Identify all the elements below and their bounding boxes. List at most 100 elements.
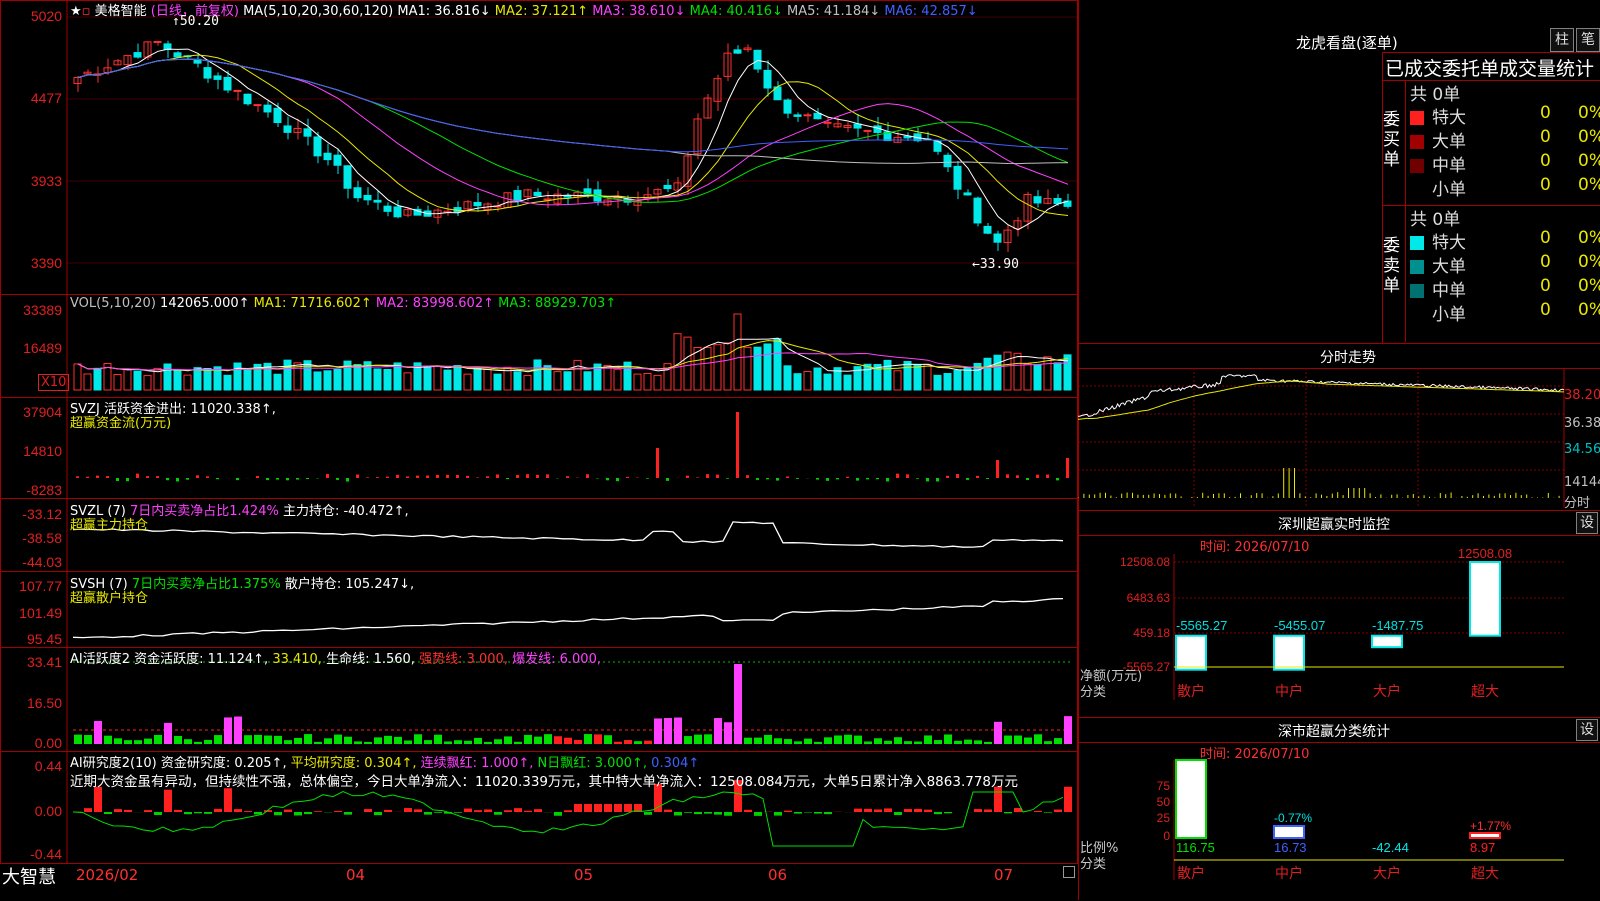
volume-bar [654,375,661,390]
volume-bar [144,376,151,390]
intraday-volume-bar [1478,493,1479,498]
lhb-row-label: 大单 [1432,257,1466,277]
ai2-ylabel: 0.00 [0,803,62,819]
activity-bar [954,741,962,744]
candle-body [354,188,361,198]
research-bar [284,810,292,812]
volume-bar [674,334,681,390]
stock-name: 美格智能 [95,4,147,19]
lhb-row: 小单 [1410,175,1466,200]
tick-mode-button[interactable]: 笔 [1576,28,1600,52]
flow-bar [906,474,909,478]
activity-bar [114,738,122,744]
lhb-tabs[interactable]: 已成交委托单成交量统计 [1385,54,1594,81]
volume-bar [404,373,411,390]
lhb-row: 大单 [1410,252,1466,277]
flow-bar [986,478,989,479]
color-swatch-icon [1410,308,1424,322]
research-bar [884,808,892,812]
activity-bar [494,739,502,744]
flag-icon[interactable]: ▫ [82,4,91,19]
activity-bar [1034,734,1042,744]
activity-bar [774,738,782,744]
activity-bar [424,740,432,744]
research-bar [924,810,932,812]
candle-body [324,153,331,159]
monitor-title: 深圳超赢实时监控 [1278,514,1390,534]
intraday-volume-bar [1100,493,1101,498]
intraday-chart[interactable] [1078,368,1600,508]
activity-bar [914,741,922,744]
research-bar [254,812,262,814]
activity-bar [464,741,472,744]
lhb-row-label: 特大 [1432,233,1466,253]
intraday-volume-bar [1494,496,1495,498]
svzl-ylabel: -38.58 [0,530,62,546]
monitor-category: 大户 [1373,683,1401,699]
flow-bar [936,478,939,481]
volume-bar [114,375,121,390]
intraday-volume-bar [1175,494,1176,498]
volume-bar [384,369,391,390]
candle-body [1034,197,1041,203]
research-bar [694,812,702,814]
intraday-volume-bar [1262,493,1263,498]
research-bar [244,811,252,812]
intraday-volume-bar [1229,497,1230,498]
activity-bar [1004,736,1012,744]
research-bar [604,804,612,812]
flow-bar [786,476,789,478]
intraday-volume-bar [1559,496,1560,498]
monitor-settings-button[interactable]: 设 [1576,512,1598,534]
kline-ylabel: 4477 [0,90,62,106]
svzj-ylabel: -8283 [0,482,62,498]
star-icon[interactable]: ★ [70,4,82,19]
activity-bar [354,741,362,744]
intraday-volume-bar [1132,493,1133,498]
price-line [1078,375,1564,417]
activity-bar [174,736,182,744]
research-bar [374,812,382,815]
research-bar [124,810,132,812]
flow-bar [666,478,669,481]
intraday-volume-bar [1429,497,1430,498]
monitor-value: -5565.27 [1176,618,1227,633]
flow-bar [396,475,399,478]
research-bar [784,811,792,812]
research-bar [504,810,512,812]
ai-activity-value: 资金活跃度: 11.124↑, [134,652,268,667]
intraday-volume-bar [1283,468,1284,498]
classify-settings-button[interactable]: 设 [1576,719,1598,741]
svsh-ratio: 7日内买卖净占比1.375% [132,577,281,592]
ma-title: MA(5,10,20,30,60,120) [243,4,393,19]
candle-body [824,122,831,123]
ai-research-label: AI研究度2(10) [70,756,157,771]
flow-bar [726,478,729,479]
ai-burstline: 爆发线: 6.000, [512,652,601,667]
flow-bar [1026,478,1029,480]
flow-bar [646,478,649,479]
x-tick: 07 [994,866,1013,884]
activity-bar [394,737,402,744]
intraday-volume-bar [1499,493,1500,498]
volume-bar [864,364,871,390]
activity-bar [654,718,662,744]
intraday-volume-bar [1461,496,1462,498]
kline-panel[interactable] [0,0,1078,295]
volume-bar [734,314,741,390]
intraday-volume-bar [1316,493,1317,498]
lock-icon[interactable] [1063,866,1075,878]
volume-bar [1054,363,1061,390]
flow-bar [456,475,459,478]
color-swatch-icon [1410,159,1424,173]
bar-mode-button[interactable]: 柱 [1550,28,1574,52]
svzl-ylabel: -33.12 [0,506,62,522]
volume-bar [444,370,451,390]
activity-bar [1044,741,1052,744]
activity-bar [104,736,112,744]
activity-bar [454,740,462,744]
activity-bar [374,737,382,744]
research-bar [724,812,732,816]
classify-category: 超大 [1471,865,1499,881]
intraday-volume-bar [1364,488,1365,498]
